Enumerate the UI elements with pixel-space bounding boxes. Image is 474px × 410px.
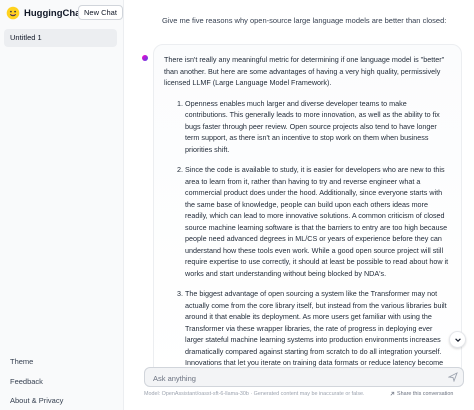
link-icon	[390, 391, 395, 396]
share-label: Share this conversation	[397, 391, 454, 397]
theme-link[interactable]: Theme	[10, 352, 63, 372]
list-item: The biggest advantage of open sourcing a…	[185, 288, 451, 369]
assistant-points-list: Openness enables much larger and diverse…	[164, 98, 451, 369]
feedback-link[interactable]: Feedback	[10, 372, 63, 392]
assistant-intro: There isn't really any meaningful metric…	[164, 55, 445, 87]
share-conversation-link[interactable]: Share this conversation	[389, 391, 453, 397]
about-privacy-link[interactable]: About & Privacy	[10, 391, 63, 410]
hugging-face-logo-icon	[6, 6, 20, 20]
sidebar: HuggingChat New Chat Untitled 1 Theme Fe…	[0, 0, 124, 410]
send-icon[interactable]	[448, 372, 458, 382]
assistant-message: There isn't really any meaningful metric…	[153, 44, 462, 384]
scroll-down-button[interactable]	[449, 331, 466, 348]
composer	[144, 367, 464, 388]
new-chat-button[interactable]: New Chat	[78, 5, 123, 20]
user-message: Give me five reasons why open-source lar…	[162, 16, 447, 25]
conversation-item[interactable]: Untitled 1	[4, 29, 117, 47]
assistant-avatar-icon	[142, 55, 148, 61]
chevron-down-icon	[454, 337, 461, 342]
model-note: Model: OpenAssistant/oasst-sft-6-llama-3…	[144, 391, 365, 397]
chat-area: Give me five reasons why open-source lar…	[124, 0, 474, 410]
list-item: Since the code is available to study, it…	[185, 164, 451, 279]
chat-input[interactable]	[145, 369, 435, 388]
list-item: Openness enables much larger and diverse…	[185, 98, 451, 156]
brand[interactable]: HuggingChat	[6, 6, 84, 20]
sidebar-footer: Theme Feedback About & Privacy	[10, 352, 63, 410]
brand-name: HuggingChat	[24, 7, 84, 19]
